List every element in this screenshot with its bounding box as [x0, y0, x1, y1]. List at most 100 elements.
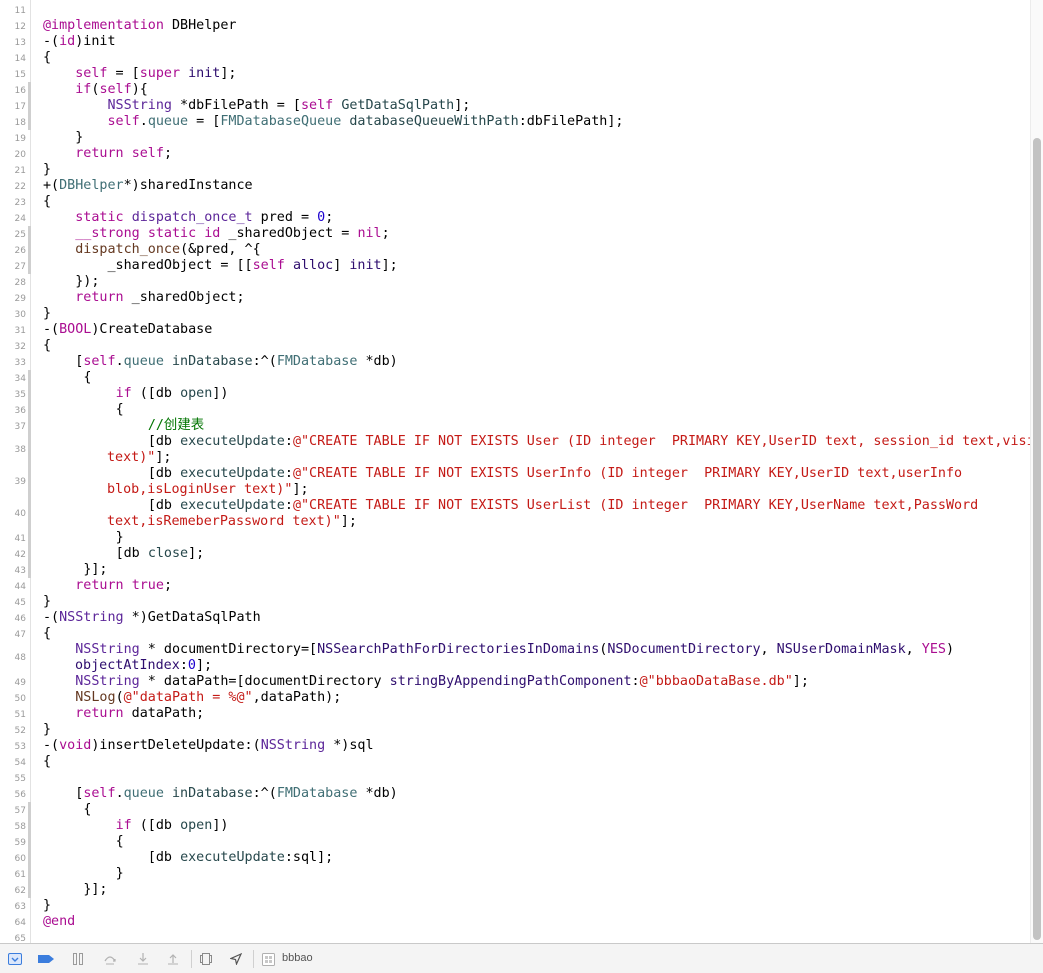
code-text[interactable]: {	[43, 802, 1028, 818]
code-text[interactable]: }	[43, 162, 1028, 178]
code-text[interactable]: return dataPath;	[43, 706, 1028, 722]
code-line[interactable]: 56 [self.queue inDatabase:^(FMDatabase *…	[0, 786, 1030, 802]
code-line[interactable]: 61 }	[0, 866, 1030, 882]
code-line[interactable]: 32 {	[0, 338, 1030, 354]
code-line[interactable]: 51 return dataPath;	[0, 706, 1030, 722]
code-line[interactable]: 20 return self;	[0, 146, 1030, 162]
code-text[interactable]: {	[43, 338, 1028, 354]
view-debugger-icon[interactable]	[196, 950, 216, 968]
code-text[interactable]: NSString * documentDirectory=[NSSearchPa…	[43, 642, 1030, 674]
code-line[interactable]: 65	[0, 930, 1030, 943]
code-text[interactable]: });	[43, 274, 1028, 290]
code-line[interactable]: 49 NSString * dataPath=[documentDirector…	[0, 674, 1030, 690]
code-text[interactable]: self = [super init];	[43, 66, 1028, 82]
code-line[interactable]: 62 }];	[0, 882, 1030, 898]
code-text[interactable]: {	[43, 370, 1028, 386]
code-text[interactable]: [db close];	[43, 546, 1028, 562]
code-line[interactable]: 30}	[0, 306, 1030, 322]
code-text[interactable]: -(NSString *)GetDataSqlPath	[43, 610, 1028, 626]
code-text[interactable]: [db executeUpdate:sql];	[43, 850, 1028, 866]
code-line[interactable]: 22 +(DBHelper*)sharedInstance	[0, 178, 1030, 194]
code-line[interactable]: 36 {	[0, 402, 1030, 418]
code-line[interactable]: 41 }	[0, 530, 1030, 546]
code-text[interactable]: {	[43, 834, 1028, 850]
code-line[interactable]: 34 {	[0, 370, 1030, 386]
code-text[interactable]: return _sharedObject;	[43, 290, 1028, 306]
code-line[interactable]: 33 [self.queue inDatabase:^(FMDatabase *…	[0, 354, 1030, 370]
code-line[interactable]: 58 if ([db open])	[0, 818, 1030, 834]
code-line[interactable]: 13 -(id)init	[0, 34, 1030, 50]
code-text[interactable]: }	[43, 898, 1028, 914]
step-over-icon[interactable]	[100, 950, 120, 968]
code-line[interactable]: 47 {	[0, 626, 1030, 642]
code-text[interactable]: }	[43, 130, 1028, 146]
code-line[interactable]: 53 -(void)insertDeleteUpdate:(NSString *)…	[0, 738, 1030, 754]
code-line[interactable]: 63}	[0, 898, 1030, 914]
code-text[interactable]: [db executeUpdate:@"CREATE TABLE IF NOT …	[43, 466, 1030, 498]
location-icon[interactable]	[226, 950, 246, 968]
code-line[interactable]: 25 __strong static id _sharedObject = ni…	[0, 226, 1030, 242]
code-line[interactable]: 60 [db executeUpdate:sql];	[0, 850, 1030, 866]
code-line[interactable]: 57 {	[0, 802, 1030, 818]
code-text[interactable]: [self.queue inDatabase:^(FMDatabase *db)	[43, 786, 1028, 802]
code-text[interactable]: //创建表	[43, 418, 1028, 434]
code-line[interactable]: 52}	[0, 722, 1030, 738]
code-line[interactable]: 54 {	[0, 754, 1030, 770]
code-line[interactable]: 40 [db executeUpdate:@"CREATE TABLE IF N…	[0, 498, 1030, 530]
code-line[interactable]: 17 NSString *dbFilePath = [self GetDataS…	[0, 98, 1030, 114]
code-line[interactable]: 28 });	[0, 274, 1030, 290]
step-out-icon[interactable]	[163, 950, 183, 968]
code-text[interactable]: NSString *dbFilePath = [self GetDataSqlP…	[43, 98, 1028, 114]
code-line[interactable]: 12 @implementation DBHelper	[0, 18, 1030, 34]
code-text[interactable]: dispatch_once(&pred, ^{	[43, 242, 1028, 258]
code-line[interactable]: 48 NSString * documentDirectory=[NSSearc…	[0, 642, 1030, 674]
target-name[interactable]: bbbao	[282, 952, 313, 964]
code-text[interactable]: @end	[43, 914, 1028, 930]
code-text[interactable]: return true;	[43, 578, 1028, 594]
code-line[interactable]: 18 self.queue = [FMDatabaseQueue databas…	[0, 114, 1030, 130]
code-text[interactable]: {	[43, 754, 1028, 770]
code-line[interactable]: 39 [db executeUpdate:@"CREATE TABLE IF N…	[0, 466, 1030, 498]
code-line[interactable]: 45}	[0, 594, 1030, 610]
code-text[interactable]: _sharedObject = [[self alloc] init];	[43, 258, 1028, 274]
code-text[interactable]: {	[43, 626, 1028, 642]
code-line[interactable]: 37 //创建表	[0, 418, 1030, 434]
code-text[interactable]: -(BOOL)CreateDatabase	[43, 322, 1028, 338]
code-line[interactable]: 16 if(self){	[0, 82, 1030, 98]
code-text[interactable]: __strong static id _sharedObject = nil;	[43, 226, 1028, 242]
target-icon[interactable]	[259, 950, 277, 968]
code-text[interactable]: -(id)init	[43, 34, 1028, 50]
code-text[interactable]: [self.queue inDatabase:^(FMDatabase *db)	[43, 354, 1028, 370]
code-line[interactable]: 15 self = [super init];	[0, 66, 1030, 82]
breakpoints-toggle-icon[interactable]	[36, 950, 56, 968]
code-line[interactable]: 31 -(BOOL)CreateDatabase	[0, 322, 1030, 338]
code-text[interactable]: }	[43, 306, 1028, 322]
code-line[interactable]: 64 @end	[0, 914, 1030, 930]
code-line[interactable]: 26 dispatch_once(&pred, ^{	[0, 242, 1030, 258]
code-text[interactable]: {	[43, 194, 1028, 210]
code-text[interactable]: NSString * dataPath=[documentDirectory s…	[43, 674, 1028, 690]
code-line[interactable]: 19 }	[0, 130, 1030, 146]
vertical-scrollbar[interactable]	[1030, 0, 1043, 943]
code-line[interactable]: 46 -(NSString *)GetDataSqlPath	[0, 610, 1030, 626]
code-text[interactable]: }];	[43, 562, 1028, 578]
code-line[interactable]: 24 static dispatch_once_t pred = 0;	[0, 210, 1030, 226]
code-text[interactable]: [db executeUpdate:@"CREATE TABLE IF NOT …	[43, 498, 1030, 530]
code-text[interactable]: if ([db open])	[43, 818, 1028, 834]
code-text[interactable]: }	[43, 722, 1028, 738]
pause-icon[interactable]	[68, 950, 88, 968]
hide-debug-area-icon[interactable]	[6, 950, 24, 968]
code-line[interactable]: 38 [db executeUpdate:@"CREATE TABLE IF N…	[0, 434, 1030, 466]
code-line[interactable]: 50 NSLog(@"dataPath = %@",dataPath);	[0, 690, 1030, 706]
code-line[interactable]: 29 return _sharedObject;	[0, 290, 1030, 306]
scrollbar-thumb[interactable]	[1033, 138, 1041, 940]
code-line[interactable]: 55	[0, 770, 1030, 786]
code-line[interactable]: 43 }];	[0, 562, 1030, 578]
code-text[interactable]: }	[43, 866, 1028, 882]
code-text[interactable]: if(self){	[43, 82, 1028, 98]
code-text[interactable]: }	[43, 530, 1028, 546]
code-line[interactable]: 42 [db close];	[0, 546, 1030, 562]
code-text[interactable]: NSLog(@"dataPath = %@",dataPath);	[43, 690, 1028, 706]
code-line[interactable]: 59 {	[0, 834, 1030, 850]
code-text[interactable]: +(DBHelper*)sharedInstance	[43, 178, 1028, 194]
